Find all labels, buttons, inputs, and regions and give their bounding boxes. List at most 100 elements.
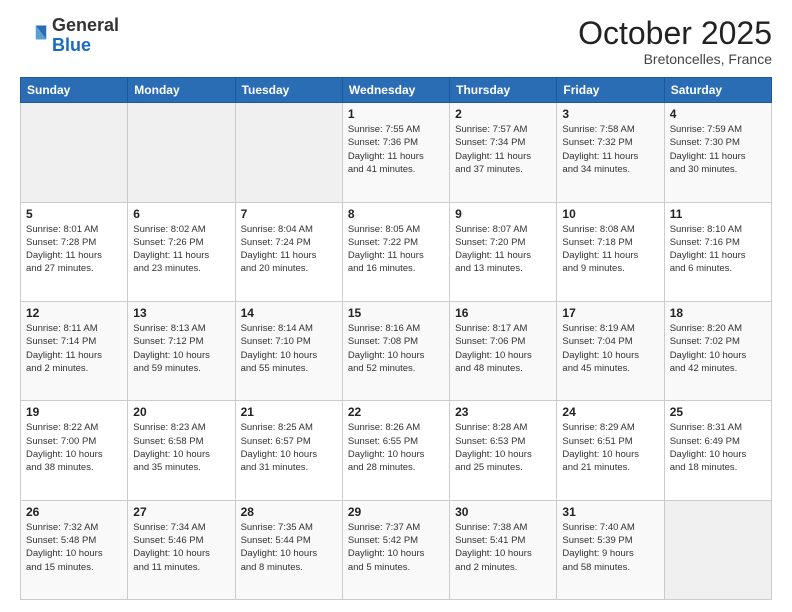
day-number: 21 [241,405,337,419]
day-header-tuesday: Tuesday [235,78,342,103]
day-info: Sunrise: 8:07 AM Sunset: 7:20 PM Dayligh… [455,223,551,276]
day-number: 2 [455,107,551,121]
calendar-cell: 7 Sunrise: 8:04 AM Sunset: 7:24 PM Daylig… [235,202,342,301]
day-info: Sunrise: 7:59 AM Sunset: 7:30 PM Dayligh… [670,123,766,176]
day-info: Sunrise: 8:02 AM Sunset: 7:26 PM Dayligh… [133,223,229,276]
day-info: Sunrise: 7:55 AM Sunset: 7:36 PM Dayligh… [348,123,444,176]
day-header-friday: Friday [557,78,664,103]
calendar-cell: 17Sunrise: 8:19 AM Sunset: 7:04 PM Dayli… [557,301,664,400]
calendar-cell: 21 Sunrise: 8:25 AM Sunset: 6:57 PM Dayli… [235,401,342,500]
day-info: Sunrise: 7:40 AM Sunset: 5:39 PM Dayligh… [562,521,658,574]
calendar-cell: 11Sunrise: 8:10 AM Sunset: 7:16 PM Dayli… [664,202,771,301]
calendar-cell: 24Sunrise: 8:29 AM Sunset: 6:51 PM Dayli… [557,401,664,500]
calendar-week-1: 1 Sunrise: 7:55 AM Sunset: 7:36 PM Daylig… [21,103,772,202]
logo-icon [20,22,48,50]
day-info: Sunrise: 8:08 AM Sunset: 7:18 PM Dayligh… [562,223,658,276]
day-number: 3 [562,107,658,121]
day-number: 26 [26,505,122,519]
day-info: Sunrise: 8:13 AM Sunset: 7:12 PM Dayligh… [133,322,229,375]
calendar-week-2: 5 Sunrise: 8:01 AM Sunset: 7:28 PM Daylig… [21,202,772,301]
calendar-cell: 25 Sunrise: 8:31 AM Sunset: 6:49 PM Dayli… [664,401,771,500]
calendar-header-row: SundayMondayTuesdayWednesdayThursdayFrid… [21,78,772,103]
day-number: 24 [562,405,658,419]
calendar-cell: 12 Sunrise: 8:11 AM Sunset: 7:14 PM Dayli… [21,301,128,400]
day-number: 22 [348,405,444,419]
day-info: Sunrise: 8:31 AM Sunset: 6:49 PM Dayligh… [670,421,766,474]
location-subtitle: Bretoncelles, France [578,51,772,67]
day-number: 27 [133,505,229,519]
calendar-cell: 2 Sunrise: 7:57 AM Sunset: 7:34 PM Daylig… [450,103,557,202]
day-number: 5 [26,207,122,221]
calendar-cell: 9 Sunrise: 8:07 AM Sunset: 7:20 PM Daylig… [450,202,557,301]
day-number: 6 [133,207,229,221]
logo-general: General [52,15,119,35]
day-header-monday: Monday [128,78,235,103]
logo-blue: Blue [52,35,91,55]
day-info: Sunrise: 8:04 AM Sunset: 7:24 PM Dayligh… [241,223,337,276]
month-title: October 2025 [578,16,772,51]
day-number: 15 [348,306,444,320]
calendar-cell: 16 Sunrise: 8:17 AM Sunset: 7:06 PM Dayli… [450,301,557,400]
day-number: 20 [133,405,229,419]
day-info: Sunrise: 7:58 AM Sunset: 7:32 PM Dayligh… [562,123,658,176]
day-number: 1 [348,107,444,121]
day-number: 18 [670,306,766,320]
day-number: 9 [455,207,551,221]
day-info: Sunrise: 8:22 AM Sunset: 7:00 PM Dayligh… [26,421,122,474]
day-number: 10 [562,207,658,221]
calendar-cell: 29 Sunrise: 7:37 AM Sunset: 5:42 PM Dayli… [342,500,449,599]
logo-text: General Blue [52,16,119,56]
calendar-cell [128,103,235,202]
calendar-cell: 13 Sunrise: 8:13 AM Sunset: 7:12 PM Dayli… [128,301,235,400]
calendar-cell: 1 Sunrise: 7:55 AM Sunset: 7:36 PM Daylig… [342,103,449,202]
day-info: Sunrise: 7:32 AM Sunset: 5:48 PM Dayligh… [26,521,122,574]
day-info: Sunrise: 7:57 AM Sunset: 7:34 PM Dayligh… [455,123,551,176]
day-info: Sunrise: 8:17 AM Sunset: 7:06 PM Dayligh… [455,322,551,375]
day-number: 19 [26,405,122,419]
day-header-saturday: Saturday [664,78,771,103]
day-number: 29 [348,505,444,519]
calendar-cell [664,500,771,599]
calendar-cell: 26 Sunrise: 7:32 AM Sunset: 5:48 PM Dayli… [21,500,128,599]
calendar-cell: 4 Sunrise: 7:59 AM Sunset: 7:30 PM Daylig… [664,103,771,202]
logo: General Blue [20,16,119,56]
day-number: 31 [562,505,658,519]
calendar-cell: 27Sunrise: 7:34 AM Sunset: 5:46 PM Dayli… [128,500,235,599]
day-info: Sunrise: 8:16 AM Sunset: 7:08 PM Dayligh… [348,322,444,375]
calendar-week-5: 26 Sunrise: 7:32 AM Sunset: 5:48 PM Dayli… [21,500,772,599]
day-info: Sunrise: 8:23 AM Sunset: 6:58 PM Dayligh… [133,421,229,474]
calendar-cell: 23Sunrise: 8:28 AM Sunset: 6:53 PM Dayli… [450,401,557,500]
calendar-cell: 31 Sunrise: 7:40 AM Sunset: 5:39 PM Dayli… [557,500,664,599]
day-info: Sunrise: 8:25 AM Sunset: 6:57 PM Dayligh… [241,421,337,474]
day-info: Sunrise: 7:38 AM Sunset: 5:41 PM Dayligh… [455,521,551,574]
day-number: 25 [670,405,766,419]
day-number: 7 [241,207,337,221]
calendar-cell: 3 Sunrise: 7:58 AM Sunset: 7:32 PM Daylig… [557,103,664,202]
day-number: 23 [455,405,551,419]
day-info: Sunrise: 8:11 AM Sunset: 7:14 PM Dayligh… [26,322,122,375]
day-number: 8 [348,207,444,221]
calendar-cell: 18Sunrise: 8:20 AM Sunset: 7:02 PM Dayli… [664,301,771,400]
calendar-cell: 15 Sunrise: 8:16 AM Sunset: 7:08 PM Dayli… [342,301,449,400]
calendar-cell: 8 Sunrise: 8:05 AM Sunset: 7:22 PM Daylig… [342,202,449,301]
calendar-week-4: 19 Sunrise: 8:22 AM Sunset: 7:00 PM Dayli… [21,401,772,500]
day-number: 28 [241,505,337,519]
calendar-cell [235,103,342,202]
calendar-cell: 20 Sunrise: 8:23 AM Sunset: 6:58 PM Dayli… [128,401,235,500]
day-info: Sunrise: 8:01 AM Sunset: 7:28 PM Dayligh… [26,223,122,276]
day-info: Sunrise: 8:05 AM Sunset: 7:22 PM Dayligh… [348,223,444,276]
day-number: 12 [26,306,122,320]
day-info: Sunrise: 8:26 AM Sunset: 6:55 PM Dayligh… [348,421,444,474]
day-info: Sunrise: 8:14 AM Sunset: 7:10 PM Dayligh… [241,322,337,375]
day-info: Sunrise: 8:19 AM Sunset: 7:04 PM Dayligh… [562,322,658,375]
day-header-sunday: Sunday [21,78,128,103]
calendar-cell: 14 Sunrise: 8:14 AM Sunset: 7:10 PM Dayli… [235,301,342,400]
header: General Blue October 2025 Bretoncelles, … [20,16,772,67]
day-info: Sunrise: 7:37 AM Sunset: 5:42 PM Dayligh… [348,521,444,574]
day-number: 16 [455,306,551,320]
day-number: 4 [670,107,766,121]
day-number: 11 [670,207,766,221]
day-number: 14 [241,306,337,320]
calendar-cell: 10 Sunrise: 8:08 AM Sunset: 7:18 PM Dayli… [557,202,664,301]
day-number: 13 [133,306,229,320]
